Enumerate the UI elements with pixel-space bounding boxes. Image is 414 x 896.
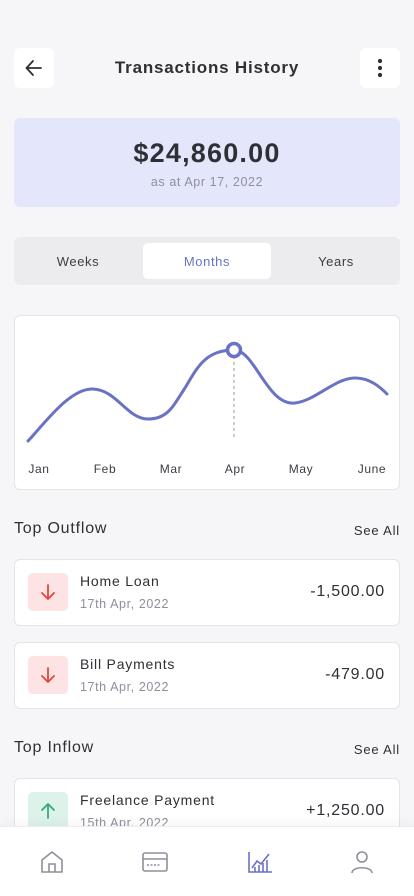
- transaction-date: 17th Apr, 2022: [80, 680, 170, 694]
- arrow-down-icon: [41, 584, 55, 600]
- tab-profile[interactable]: [347, 847, 377, 877]
- line-chart: Jan Feb Mar Apr May June: [26, 341, 389, 476]
- inflow-icon-box: [28, 792, 68, 830]
- header: Transactions History: [14, 48, 400, 88]
- page-title: Transactions History: [114, 58, 300, 77]
- more-vertical-icon: [377, 58, 383, 78]
- period-selector: Weeks Months Years: [14, 237, 400, 285]
- balance-card: $24,860.00 as at Apr 17, 2022: [14, 118, 400, 207]
- home-icon: [41, 851, 63, 873]
- tab-home[interactable]: [37, 847, 67, 877]
- top-outflow-title: Top Outflow: [14, 520, 108, 537]
- arrow-up-icon: [41, 803, 55, 819]
- tab-years[interactable]: Years: [272, 243, 400, 279]
- x-tick-apr: Apr: [225, 462, 245, 476]
- arrow-down-icon: [41, 667, 55, 683]
- x-tick-mar: Mar: [160, 462, 182, 476]
- x-tick-feb: Feb: [94, 462, 116, 476]
- x-tick-june: June: [358, 462, 386, 476]
- x-tick-may: May: [289, 462, 313, 476]
- tab-months[interactable]: Months: [143, 243, 271, 279]
- profile-icon: [351, 851, 373, 874]
- transaction-amount: +1,250.00: [306, 802, 385, 819]
- transaction-name: Home Loan: [80, 573, 160, 589]
- transaction-amount: -479.00: [325, 666, 385, 683]
- more-options-button[interactable]: [360, 48, 400, 88]
- transaction-name: Bill Payments: [80, 656, 176, 672]
- highlight-point[interactable]: [225, 341, 243, 359]
- transaction-amount: -1,500.00: [310, 583, 385, 600]
- top-inflow-title: Top Inflow: [14, 739, 95, 756]
- outflow-icon-box: [28, 573, 68, 611]
- tab-weeks[interactable]: Weeks: [14, 243, 142, 279]
- tab-analytics[interactable]: [245, 847, 275, 877]
- x-tick-jan: Jan: [28, 462, 49, 476]
- chart-card: Jan Feb Mar Apr May June: [14, 315, 400, 490]
- balance-date: as at Apr 17, 2022: [150, 175, 264, 189]
- chart-icon: [248, 852, 272, 873]
- outflow-item[interactable]: Home Loan 17th Apr, 2022 -1,500.00: [14, 559, 400, 626]
- card-icon: [142, 852, 168, 872]
- transaction-date: 17th Apr, 2022: [80, 597, 170, 611]
- outflow-see-all-link[interactable]: See All: [354, 523, 400, 538]
- bottom-tab-bar: [0, 826, 414, 896]
- transaction-name: Freelance Payment: [80, 792, 215, 808]
- inflow-see-all-link[interactable]: See All: [354, 742, 400, 757]
- series-line: [26, 348, 389, 443]
- tab-cards[interactable]: [140, 847, 170, 877]
- outflow-item[interactable]: Bill Payments 17th Apr, 2022 -479.00: [14, 642, 400, 709]
- outflow-icon-box: [28, 656, 68, 694]
- balance-amount: $24,860.00: [133, 138, 281, 168]
